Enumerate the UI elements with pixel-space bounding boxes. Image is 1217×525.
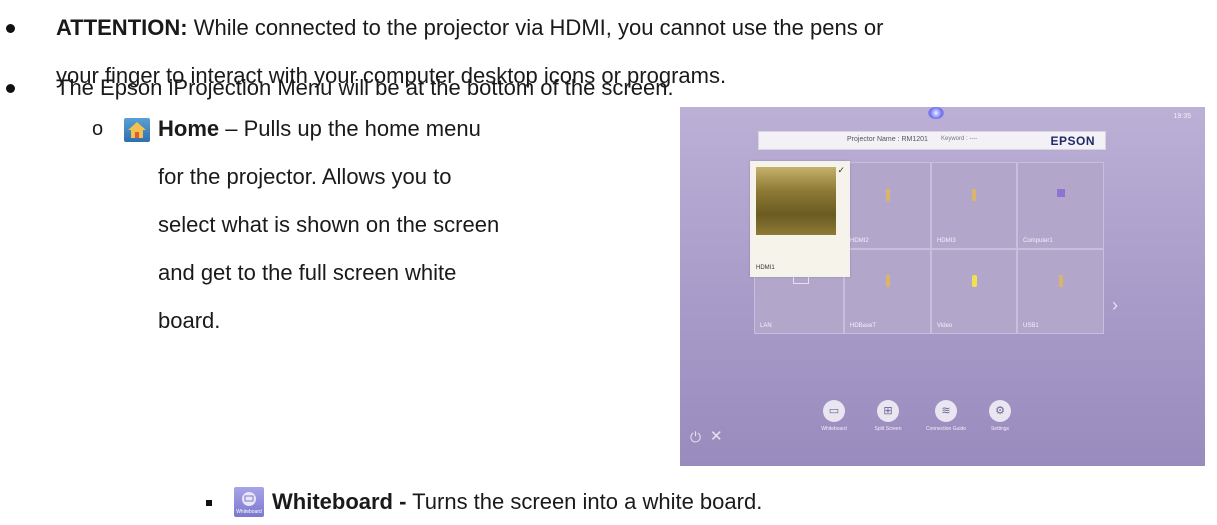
chevron-right-icon: ›: [1112, 295, 1118, 315]
photo-connection-guide-button: ≋ Connection Guide: [916, 400, 976, 450]
split-screen-icon: ⊞: [877, 400, 899, 422]
photo-whiteboard-button: ▭ Whiteboard: [804, 400, 864, 450]
source-label: Video: [937, 323, 953, 329]
bullet-disc: [6, 24, 15, 33]
photo-settings-button: ⚙ Settings: [970, 400, 1030, 450]
square-bullet: [206, 500, 212, 506]
button-label: Settings: [990, 426, 1010, 432]
home-icon: [124, 118, 150, 142]
menu-line: The Epson iProjection Menu will be at th…: [56, 75, 674, 100]
hdmi1-preview-image: [756, 167, 836, 235]
close-icon: ✕: [710, 428, 723, 445]
projector-name: Projector Name : RM1201: [847, 136, 928, 143]
source-label: HDMI1: [756, 265, 775, 271]
source-label: USB1: [1023, 323, 1039, 329]
attention-label: ATTENTION:: [56, 15, 188, 40]
source-label: HDMI3: [937, 238, 956, 244]
photo-split-screen-button: ⊞ Split Screen: [858, 400, 918, 450]
attention-line: ATTENTION: While connected to the projec…: [56, 13, 883, 43]
whiteboard-icon-caption: Whiteboard: [236, 509, 262, 515]
gear-icon: ⚙: [989, 400, 1011, 422]
source-tile-hdmi3: HDMI3: [931, 162, 1017, 249]
whiteboard-icon: Whiteboard: [234, 487, 264, 517]
power-icon: ⏻: [690, 429, 702, 445]
source-tile-usb1: USB1: [1017, 249, 1104, 334]
home-line-1: Home – Pulls up the home menu: [158, 114, 481, 144]
projector-header-bar: Projector Name : RM1201 Keyword : ---- E…: [758, 131, 1106, 150]
projector-led: [928, 107, 944, 119]
button-label: Whiteboard: [821, 426, 847, 432]
source-label: LAN: [760, 323, 772, 329]
source-tile-hdmi2: HDMI2: [844, 162, 931, 249]
projector-keyword: Keyword : ----: [941, 136, 978, 142]
home-line-5: board.: [158, 308, 221, 333]
home-text-1: – Pulls up the home menu: [219, 116, 481, 141]
circle-bullet: o: [92, 118, 104, 140]
source-tile-computer1: Computer1: [1017, 162, 1104, 249]
bullet-disc: [6, 84, 15, 93]
video-plug-icon: [972, 274, 977, 287]
usb-plug-icon: [1058, 274, 1063, 287]
hdmi-plug-icon: [972, 188, 976, 201]
source-tile-hdbaset: HDBaseT: [844, 249, 931, 334]
whiteboard-icon: ▭: [823, 400, 845, 422]
whiteboard-line: Whiteboard - Turns the screen into a whi…: [272, 487, 762, 517]
projector-home-photo: 19:35 Projector Name : RM1201 Keyword : …: [680, 107, 1205, 466]
hdbaset-plug-icon: [885, 274, 890, 287]
home-label: Home: [158, 116, 220, 141]
source-label: HDMI2: [850, 238, 869, 244]
whiteboard-label: Whiteboard -: [272, 489, 407, 514]
source-label: HDBaseT: [850, 323, 877, 329]
button-label: Connection Guide: [925, 426, 967, 432]
button-label: Split Screen: [874, 426, 902, 432]
source-thumbnail-hdmi1: ✓ HDMI1: [750, 161, 850, 277]
photo-clock: 19:35: [1173, 113, 1191, 120]
source-tile-video: Video: [931, 249, 1017, 334]
hdmi-plug-icon: [885, 188, 890, 201]
wifi-icon: ≋: [935, 400, 957, 422]
attention-text: While connected to the projector via HDM…: [187, 15, 884, 40]
home-line-4: and get to the full screen white: [158, 260, 457, 285]
home-line-2: for the projector. Allows you to: [158, 164, 452, 189]
vga-plug-icon: [1056, 188, 1065, 197]
check-icon: ✓: [837, 165, 845, 175]
source-label: Computer1: [1023, 238, 1053, 244]
epson-logo: EPSON: [1050, 134, 1095, 148]
home-line-3: select what is shown on the screen: [158, 212, 500, 237]
whiteboard-text: Turns the screen into a white board.: [406, 489, 763, 514]
